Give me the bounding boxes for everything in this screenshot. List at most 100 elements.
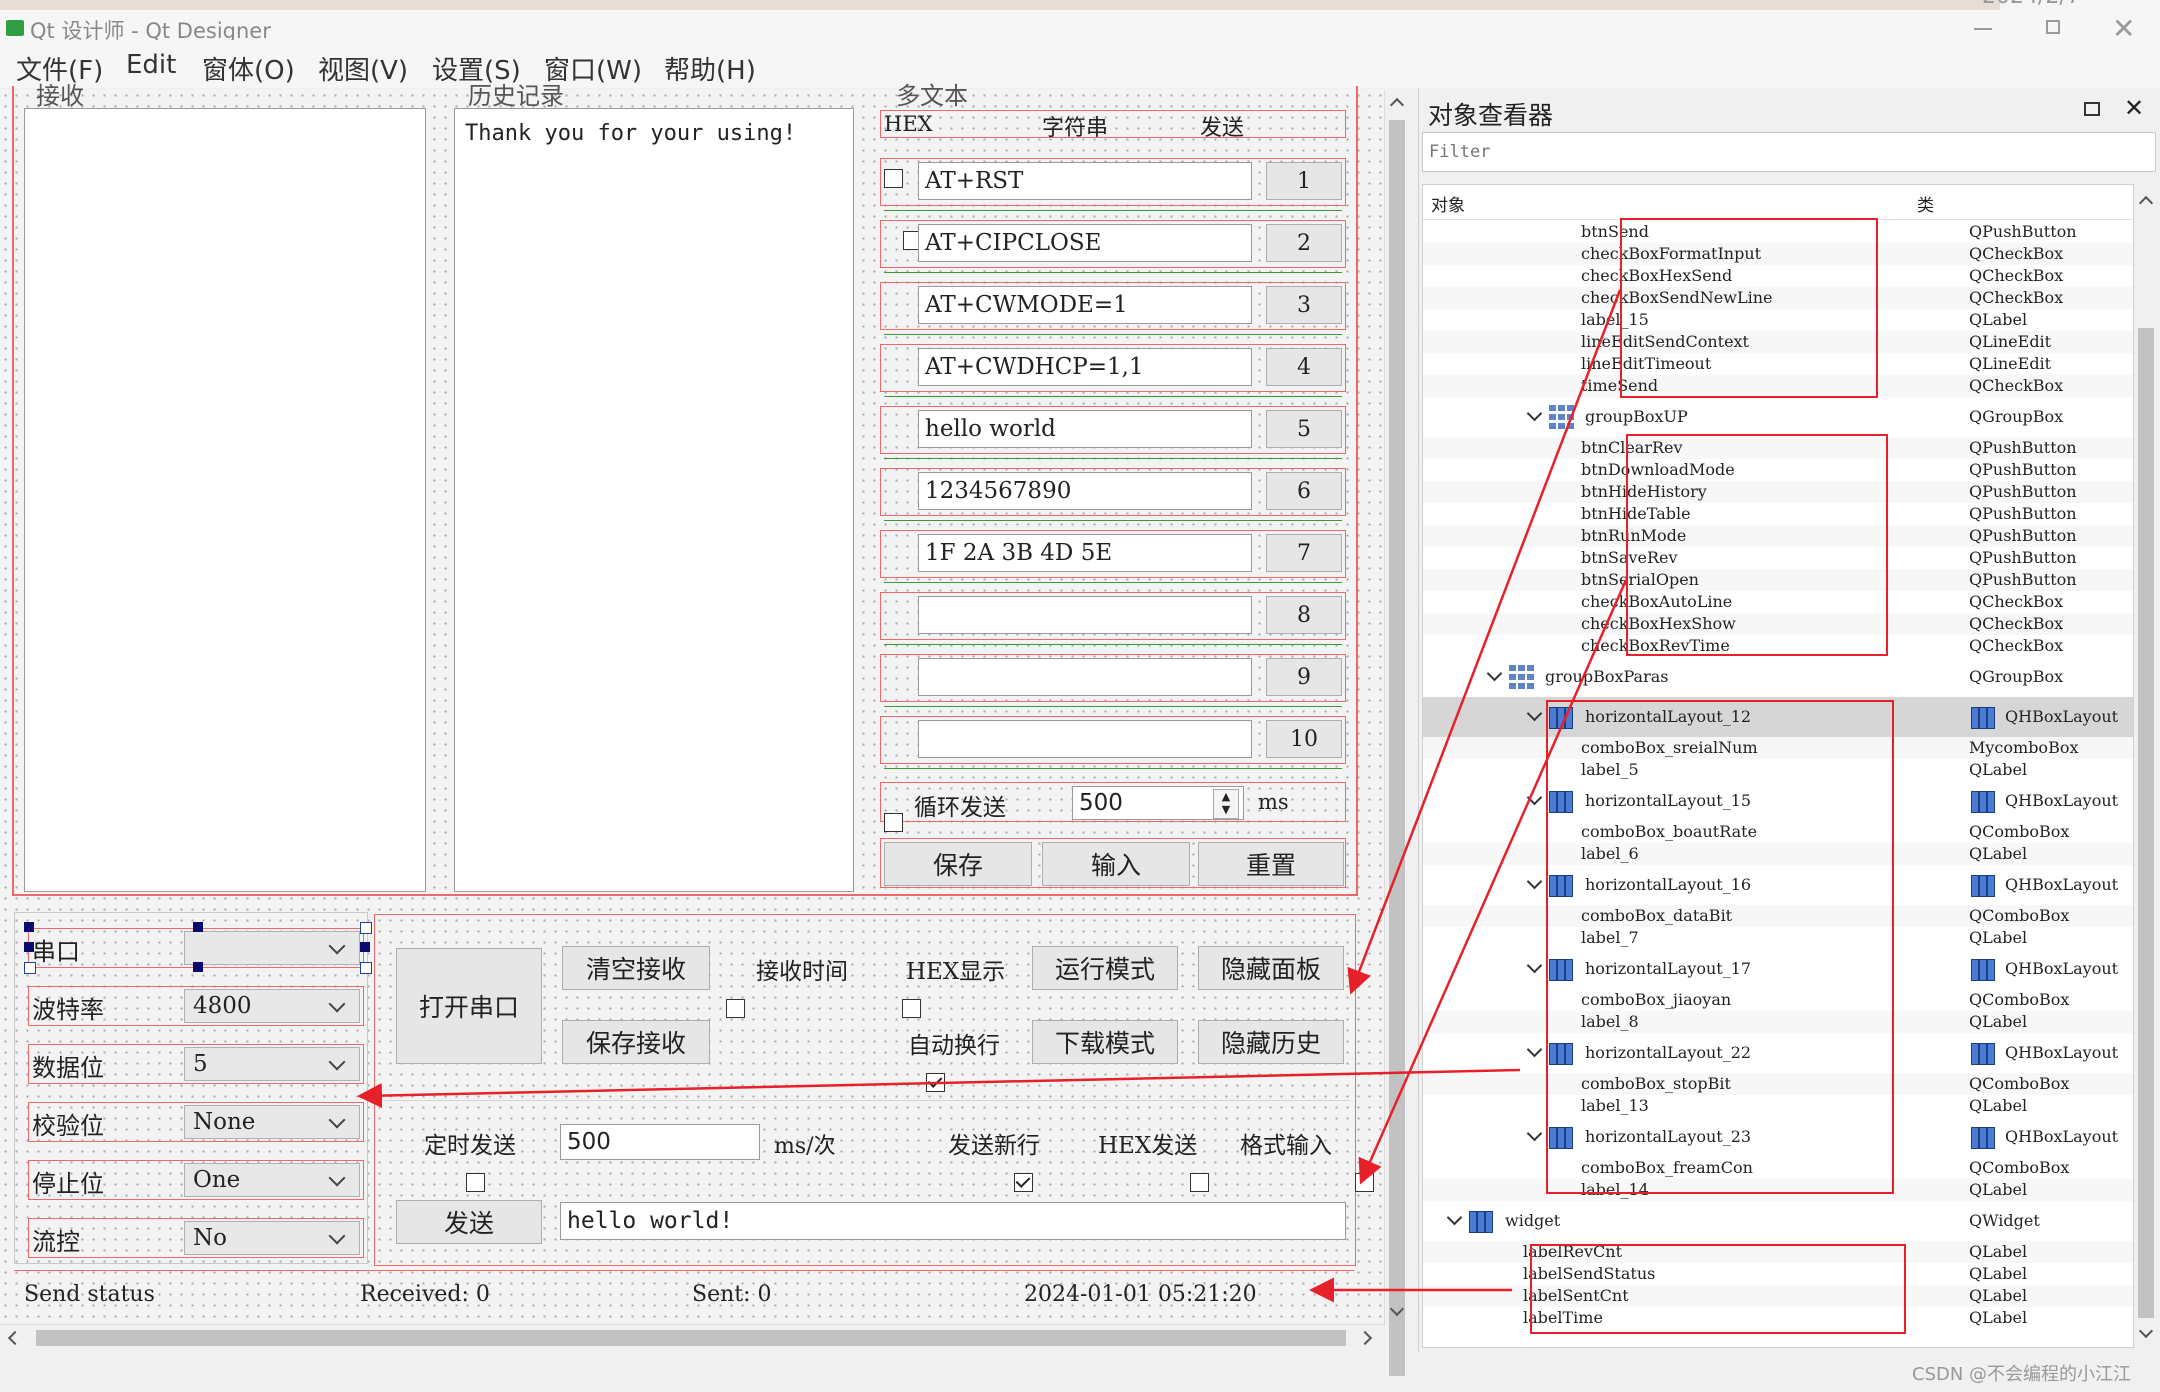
- tree-object-class: QComboBox: [1969, 1074, 2070, 1093]
- loop-send-checkbox[interactable]: [884, 813, 903, 832]
- receive-textbox[interactable]: [24, 108, 426, 892]
- multi-string-lineedit[interactable]: 1234567890: [918, 472, 1252, 510]
- param-combobox[interactable]: 4800: [184, 989, 360, 1023]
- selection-handle[interactable]: [24, 922, 34, 932]
- param-combobox[interactable]: One: [184, 1163, 360, 1197]
- receive-time-checkbox[interactable]: [726, 999, 745, 1018]
- scroll-thumb[interactable]: [1389, 120, 1405, 1376]
- history-text: Thank you for your using!: [465, 121, 797, 146]
- inspector-scrollbar[interactable]: [2134, 184, 2158, 1348]
- inspector-filter-input[interactable]: [1422, 132, 2156, 172]
- auto-line-checkbox[interactable]: [926, 1073, 946, 1092]
- hide-history-button[interactable]: 隐藏历史: [1198, 1020, 1344, 1064]
- menu-edit[interactable]: Edit: [126, 50, 176, 80]
- hide-panel-button[interactable]: 隐藏面板: [1198, 946, 1344, 990]
- param-label: 波特率: [32, 996, 104, 1024]
- timed-send-checkbox[interactable]: [466, 1173, 486, 1192]
- expand-arrow-icon[interactable]: [1526, 957, 1543, 974]
- horizontal-scrollbar[interactable]: [0, 1324, 1384, 1350]
- scroll-right-icon[interactable]: [1357, 1330, 1373, 1346]
- selection-handle[interactable]: [360, 922, 372, 934]
- send-content-lineedit[interactable]: hello world!: [560, 1202, 1346, 1240]
- tree-row[interactable]: groupBoxParas QGroupBox: [1423, 657, 2133, 697]
- multi-string-lineedit[interactable]: [918, 720, 1252, 758]
- multi-send-button[interactable]: 10: [1266, 720, 1342, 758]
- col-class[interactable]: 类: [1917, 191, 1934, 216]
- multi-string-lineedit[interactable]: AT+CIPCLOSE: [918, 224, 1252, 262]
- run-mode-button[interactable]: 运行模式: [1032, 946, 1178, 990]
- param-combobox[interactable]: [184, 931, 360, 965]
- menu-view[interactable]: 视图(V): [318, 50, 408, 87]
- tree-object-class: QLabel: [1969, 1264, 2028, 1283]
- multi-send-button[interactable]: 4: [1266, 348, 1342, 386]
- tree-scroll-thumb[interactable]: [2138, 328, 2154, 1318]
- expand-arrow-icon[interactable]: [1526, 405, 1543, 422]
- multi-string-lineedit[interactable]: [918, 596, 1252, 634]
- save-button[interactable]: 保存: [884, 842, 1032, 886]
- multi-string-lineedit[interactable]: 1F 2A 3B 4D 5E: [918, 534, 1252, 572]
- selection-handle[interactable]: [360, 942, 370, 952]
- close-panel-icon[interactable]: ✕: [2124, 94, 2144, 122]
- send-button[interactable]: 发送: [396, 1200, 542, 1244]
- selection-handle[interactable]: [193, 962, 203, 972]
- download-mode-button[interactable]: 下载模式: [1032, 1020, 1178, 1064]
- send-newline-checkbox[interactable]: [1014, 1173, 1034, 1192]
- multi-send-button[interactable]: 5: [1266, 410, 1342, 448]
- multi-string-lineedit[interactable]: hello world: [918, 410, 1252, 448]
- multi-string-lineedit[interactable]: AT+CWDHCP=1,1: [918, 348, 1252, 386]
- loop-interval-spinbox[interactable]: 500 ▲ ▼: [1072, 786, 1244, 820]
- multi-send-button[interactable]: 9: [1266, 658, 1342, 696]
- selection-handle[interactable]: [193, 922, 203, 932]
- multi-send-button[interactable]: 2: [1266, 224, 1342, 262]
- hex-send-checkbox[interactable]: [1190, 1173, 1210, 1192]
- tree-row[interactable]: widget QWidget: [1423, 1201, 2133, 1241]
- tree-scroll-down-icon[interactable]: [2138, 1323, 2154, 1339]
- expand-arrow-icon[interactable]: [1486, 665, 1503, 682]
- multi-send-button[interactable]: 6: [1266, 472, 1342, 510]
- multi-string-lineedit[interactable]: AT+CWMODE=1: [918, 286, 1252, 324]
- reset-button[interactable]: 重置: [1198, 842, 1344, 886]
- save-receive-button[interactable]: 保存接收: [562, 1020, 710, 1064]
- multi-hex-checkbox[interactable]: [884, 169, 903, 188]
- tree-object-class: QPushButton: [1969, 460, 2077, 479]
- minimize-icon[interactable]: [1974, 28, 1992, 30]
- selection-handle[interactable]: [24, 942, 34, 952]
- multi-string-lineedit[interactable]: AT+RST: [918, 162, 1252, 200]
- param-combobox[interactable]: 5: [184, 1047, 360, 1081]
- hex-show-checkbox[interactable]: [902, 999, 922, 1018]
- menu-help[interactable]: 帮助(H): [664, 50, 756, 87]
- param-combobox[interactable]: None: [184, 1105, 360, 1139]
- col-object[interactable]: 对象: [1431, 191, 1465, 216]
- multi-send-button[interactable]: 8: [1266, 596, 1342, 634]
- float-icon[interactable]: [2084, 102, 2100, 116]
- param-combobox[interactable]: No: [184, 1221, 360, 1255]
- history-textbox[interactable]: Thank you for your using!: [454, 108, 854, 892]
- tree-scroll-up-icon[interactable]: [2138, 195, 2154, 211]
- multi-send-button[interactable]: 3: [1266, 286, 1342, 324]
- expand-arrow-icon[interactable]: [1526, 705, 1543, 722]
- scroll-up-icon[interactable]: [1389, 97, 1405, 113]
- spin-arrows-icon[interactable]: ▲ ▼: [1213, 789, 1239, 819]
- selection-handle[interactable]: [24, 962, 36, 974]
- expand-arrow-icon[interactable]: [1526, 789, 1543, 806]
- restore-icon[interactable]: [2046, 20, 2060, 34]
- selection-handle[interactable]: [360, 962, 372, 974]
- multi-string-lineedit[interactable]: [918, 658, 1252, 696]
- format-input-checkbox[interactable]: [1354, 1173, 1374, 1192]
- clear-receive-button[interactable]: 清空接收: [562, 946, 710, 990]
- vertical-scrollbar[interactable]: [1384, 90, 1410, 1376]
- menu-form[interactable]: 窗体(O): [202, 50, 295, 87]
- expand-arrow-icon[interactable]: [1446, 1209, 1463, 1226]
- multi-send-button[interactable]: 7: [1266, 534, 1342, 572]
- hscroll-thumb[interactable]: [36, 1330, 1346, 1346]
- open-port-button[interactable]: 打开串口: [396, 948, 542, 1064]
- input-button[interactable]: 输入: [1042, 842, 1190, 886]
- expand-arrow-icon[interactable]: [1526, 1041, 1543, 1058]
- expand-arrow-icon[interactable]: [1526, 1125, 1543, 1142]
- multi-send-button[interactable]: 1: [1266, 162, 1342, 200]
- expand-arrow-icon[interactable]: [1526, 873, 1543, 890]
- top-right-text: 2024/2/7: [1982, 0, 2081, 9]
- timeout-lineedit[interactable]: 500: [560, 1124, 760, 1160]
- scroll-left-icon[interactable]: [7, 1330, 23, 1346]
- tree-row[interactable]: groupBoxUP QGroupBox: [1423, 397, 2133, 437]
